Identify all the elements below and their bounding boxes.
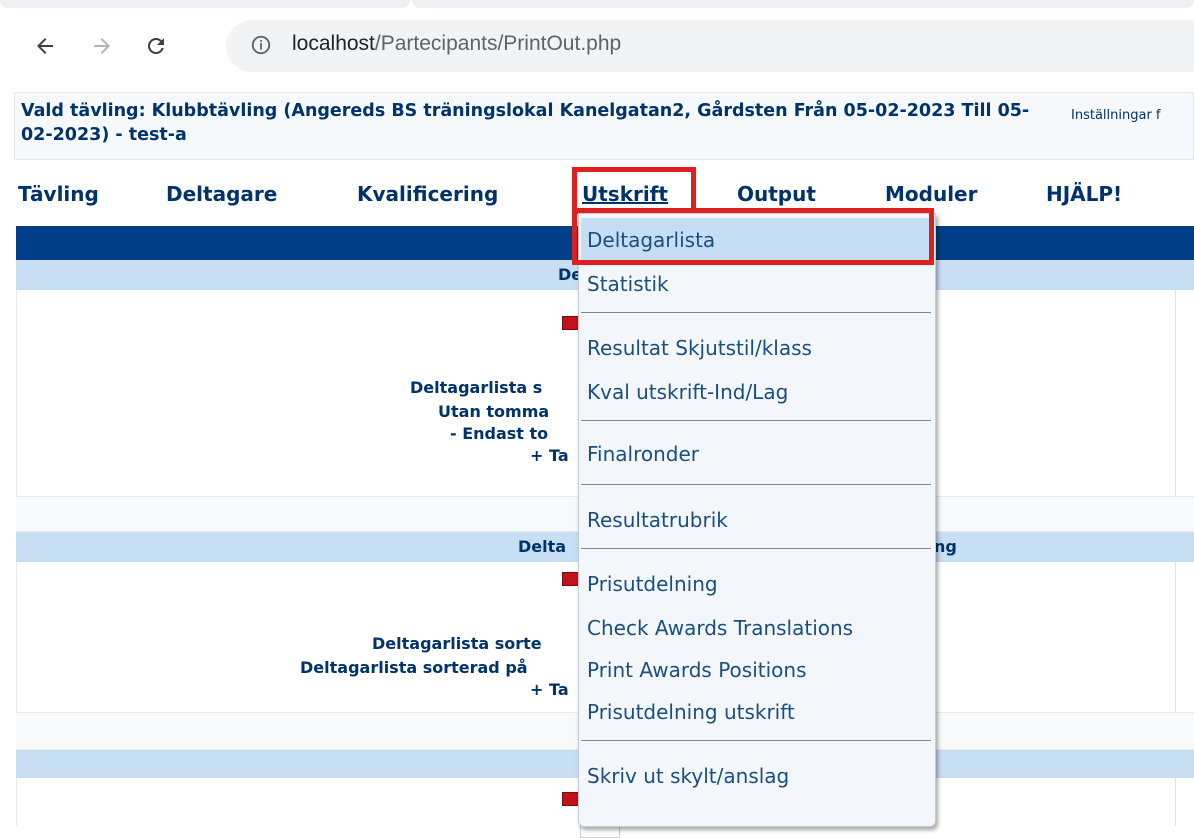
browser-toolbar: localhost/Partecipants/PrintOut.php	[0, 0, 1194, 88]
dropdown-item-kval-utskrift[interactable]: Kval utskrift-Ind/Lag	[587, 380, 788, 404]
menu-moduler[interactable]: Moduler	[885, 182, 977, 206]
dropdown-item-skriv-ut-skylt[interactable]: Skriv ut skylt/anslag	[587, 764, 789, 788]
dropdown-item-prisutdelning[interactable]: Prisutdelning	[587, 572, 718, 596]
dropdown-separator	[581, 548, 931, 549]
settings-line: De	[1127, 124, 1194, 141]
section-line[interactable]: Deltagarlista s	[410, 378, 542, 397]
dropdown-item-resultat-skjutstil[interactable]: Resultat Skjutstil/klass	[587, 336, 812, 360]
forward-button[interactable]	[84, 28, 120, 64]
tab-edge	[412, 0, 1194, 8]
arrow-left-icon	[37, 38, 53, 54]
section-title: Delta	[518, 537, 567, 556]
arrow-right-icon	[94, 38, 110, 54]
menu-deltagare[interactable]: Deltagare	[166, 182, 277, 206]
highlight-deltagarlista	[572, 208, 934, 265]
reload-button[interactable]	[138, 28, 174, 64]
menu-output[interactable]: Output	[737, 182, 816, 206]
dropdown-item-print-awards[interactable]: Print Awards Positions	[587, 658, 806, 682]
settings-link[interactable]: Inställningar f De	[1071, 107, 1161, 141]
url-text[interactable]: localhost/Partecipants/PrintOut.php	[292, 32, 621, 56]
menu-kvalificering[interactable]: Kvalificering	[357, 182, 498, 206]
info-icon[interactable]	[250, 34, 272, 56]
dropdown-separator	[581, 312, 931, 313]
section-line[interactable]: + Ta	[530, 680, 569, 699]
section-line[interactable]: + Ta	[530, 446, 569, 465]
menu-tavling[interactable]: Tävling	[18, 182, 99, 206]
column-divider	[1175, 778, 1176, 826]
tab-edge	[0, 0, 410, 8]
column-divider	[1175, 562, 1176, 712]
column-divider	[1175, 290, 1176, 496]
dropdown-item-finalronder[interactable]: Finalronder	[587, 442, 699, 466]
dropdown-separator	[581, 740, 931, 741]
dropdown-separator	[581, 484, 931, 485]
section-line[interactable]: Deltagarlista sorte	[372, 634, 542, 653]
dropdown-separator	[581, 420, 931, 421]
highlight-utskrift	[572, 167, 696, 214]
utskrift-dropdown: Deltagarlista Statistik Resultat Skjutst…	[578, 213, 936, 827]
section-title: ng	[934, 537, 957, 556]
reload-icon	[147, 37, 164, 54]
dropdown-item-check-awards[interactable]: Check Awards Translations	[587, 616, 853, 640]
section-line[interactable]: - Endast to	[450, 424, 548, 443]
back-button[interactable]	[27, 28, 63, 64]
section-line[interactable]: Utan tomma	[438, 402, 549, 421]
dropdown-item-statistik[interactable]: Statistik	[587, 272, 669, 296]
menu-hjalp[interactable]: HJÄLP!	[1046, 182, 1122, 206]
dropdown-item-prisutdelning-utskrift[interactable]: Prisutdelning utskrift	[587, 700, 795, 724]
dropdown-item-resultatrubrik[interactable]: Resultatrubrik	[587, 508, 728, 532]
competition-header: Vald tävling: Klubbtävling (Angereds BS …	[14, 92, 1194, 160]
settings-line: Inställningar f	[1071, 108, 1161, 123]
section-line[interactable]: Deltagarlista sorterad på	[300, 658, 528, 677]
competition-info: Vald tävling: Klubbtävling (Angereds BS …	[21, 101, 1030, 145]
